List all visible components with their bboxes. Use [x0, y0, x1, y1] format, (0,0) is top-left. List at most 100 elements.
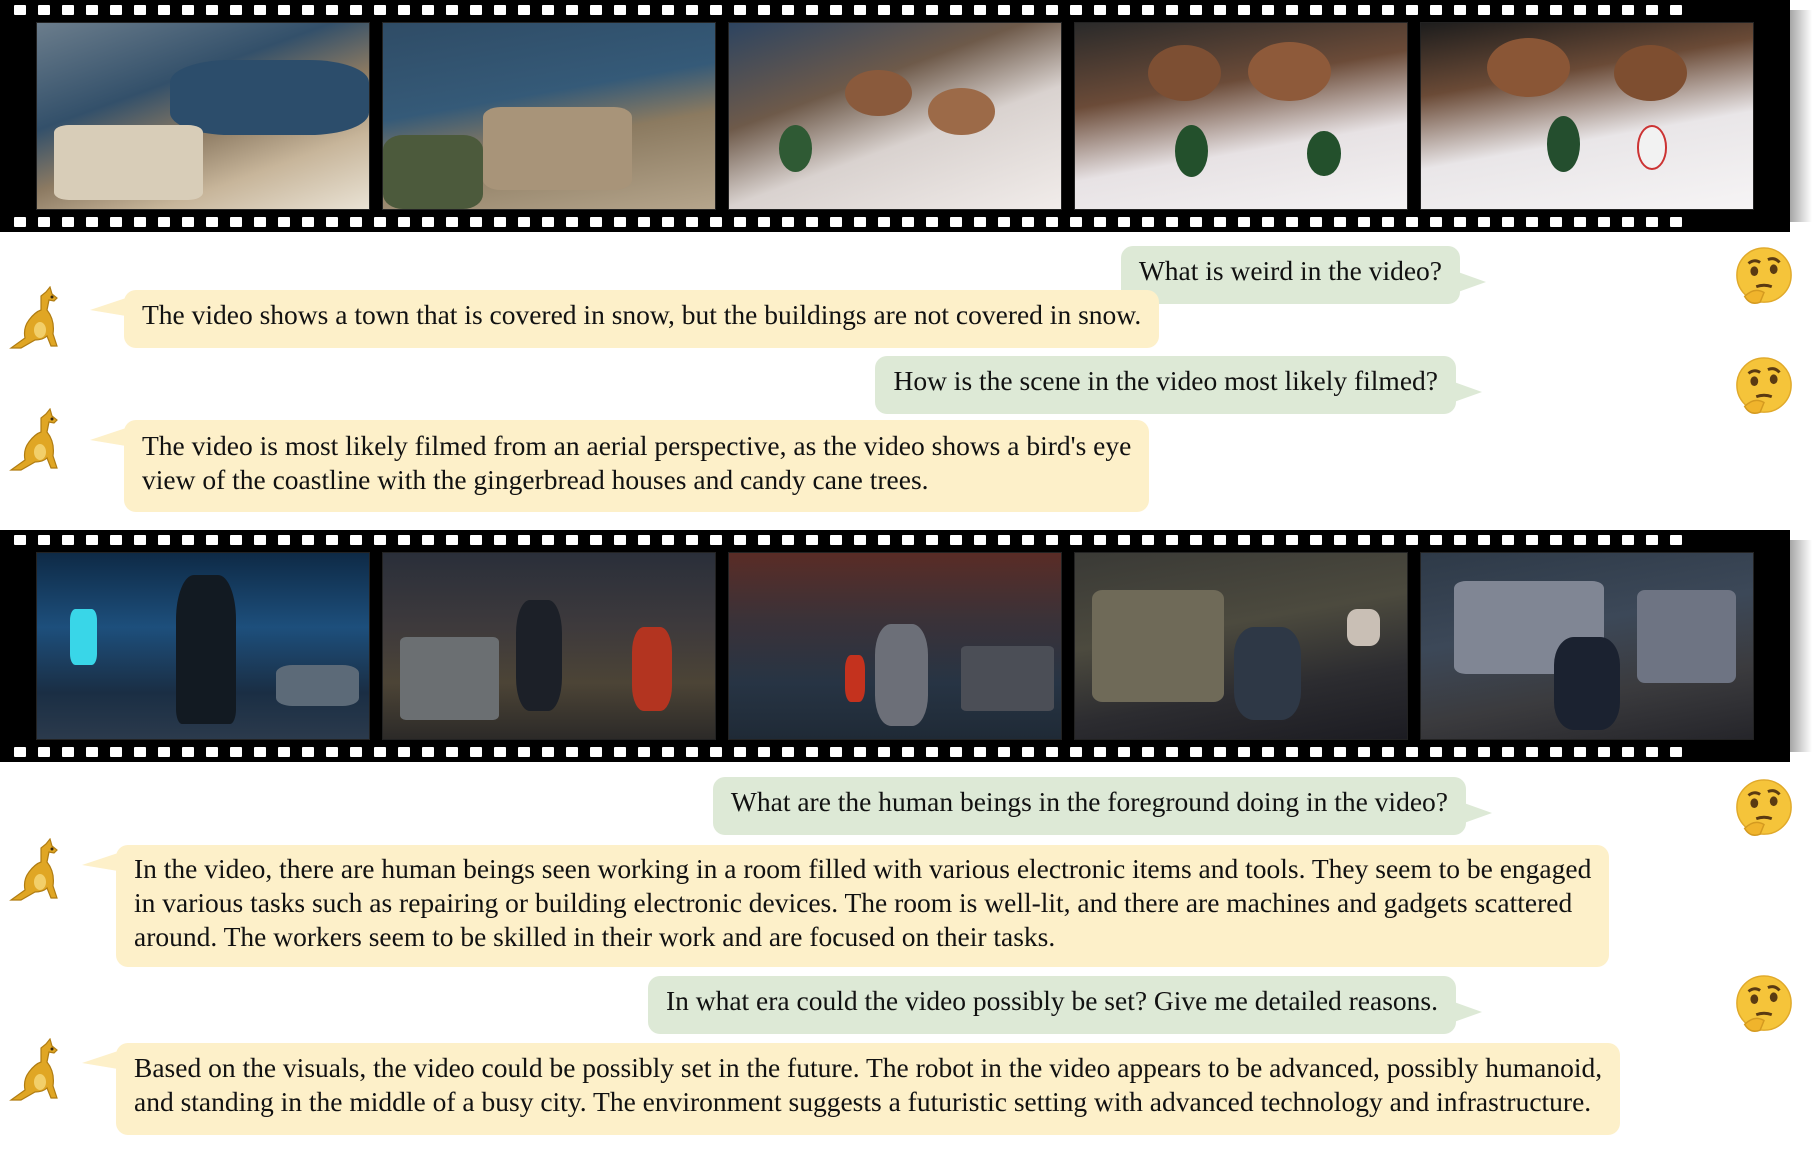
- film-perforation: [710, 5, 722, 15]
- film-perforation: [14, 535, 26, 545]
- answer-line: in various tasks such as repairing or bu…: [134, 887, 1573, 918]
- film-perforation: [974, 5, 986, 15]
- film-perforation: [1622, 217, 1634, 227]
- film-perforation: [278, 5, 290, 15]
- film-perforation: [734, 535, 746, 545]
- film-perforation: [1262, 747, 1274, 757]
- film-perforation: [134, 5, 146, 15]
- film-perforation: [1382, 747, 1394, 757]
- film-perforation: [182, 217, 194, 227]
- film-perforation: [1526, 217, 1538, 227]
- film-perforation: [734, 217, 746, 227]
- film-perforation: [1406, 5, 1418, 15]
- film-perforation: [686, 5, 698, 15]
- film-perforation: [1550, 5, 1562, 15]
- film-perforation: [806, 535, 818, 545]
- answer-line: The video is most likely filmed from an …: [142, 430, 1132, 461]
- film-perforation: [998, 5, 1010, 15]
- film-perforation: [614, 5, 626, 15]
- film-perforation: [326, 535, 338, 545]
- film-perforation: [1334, 747, 1346, 757]
- film-perforation: [158, 5, 170, 15]
- film-perforation: [1142, 535, 1154, 545]
- film-perforation: [1478, 5, 1490, 15]
- film-perforation: [350, 535, 362, 545]
- film-perforation: [1118, 217, 1130, 227]
- film-perforation: [614, 217, 626, 227]
- video-frame: [382, 552, 716, 740]
- film-perforation: [470, 5, 482, 15]
- film-perforation: [1358, 217, 1370, 227]
- film-perforation: [686, 535, 698, 545]
- film-perforation: [1070, 747, 1082, 757]
- film-perforation: [62, 5, 74, 15]
- film-perforation: [230, 747, 242, 757]
- film-perforation: [1670, 747, 1682, 757]
- film-perforation: [638, 747, 650, 757]
- video-frame: [1074, 552, 1408, 740]
- answer-line: and standing in the middle of a busy cit…: [134, 1086, 1592, 1117]
- film-perforation: [1598, 217, 1610, 227]
- film-perforation: [374, 217, 386, 227]
- film-perforation: [710, 217, 722, 227]
- film-perforation: [806, 747, 818, 757]
- film-perforation: [326, 747, 338, 757]
- user-question-bubble: How is the scene in the video most likel…: [875, 356, 1482, 414]
- film-perforation: [278, 747, 290, 757]
- question-text: In what era could the video possibly be …: [665, 985, 1438, 1016]
- film-perforation: [254, 217, 266, 227]
- film-perforation: [950, 535, 962, 545]
- film-perforation: [662, 747, 674, 757]
- film-perforation: [14, 747, 26, 757]
- film-perforation: [1094, 535, 1106, 545]
- film-perforation: [1070, 5, 1082, 15]
- film-perforation: [86, 747, 98, 757]
- assistant-answer-bubble: In the video, there are human beings see…: [81, 845, 1610, 967]
- film-perforation: [470, 535, 482, 545]
- film-perforation: [254, 747, 266, 757]
- thinking-face-icon: [1736, 247, 1792, 305]
- film-perforation: [302, 5, 314, 15]
- film-perforations-bottom: [0, 742, 1790, 762]
- film-perforation: [1022, 747, 1034, 757]
- film-perforation: [566, 747, 578, 757]
- film-perforation: [542, 747, 554, 757]
- film-perforation: [470, 217, 482, 227]
- film-perforation: [926, 5, 938, 15]
- film-perforation: [374, 535, 386, 545]
- film-perforation: [1262, 535, 1274, 545]
- film-perforation: [782, 5, 794, 15]
- film-perforation: [1670, 535, 1682, 545]
- film-perforation: [1214, 535, 1226, 545]
- video-frame: [1074, 22, 1408, 210]
- answer-line: The video shows a town that is covered i…: [142, 299, 1142, 330]
- film-perforation: [542, 535, 554, 545]
- film-perforation: [398, 747, 410, 757]
- film-strip-video-2: [0, 530, 1812, 762]
- film-perforation: [590, 5, 602, 15]
- film-perforation: [686, 217, 698, 227]
- thinking-face-icon: [1736, 357, 1792, 415]
- film-perforation: [1478, 535, 1490, 545]
- film-perforations-top: [0, 0, 1790, 20]
- video-frames: [36, 552, 1754, 740]
- film-perforation: [38, 535, 50, 545]
- film-perforation: [374, 5, 386, 15]
- film-perforation: [1070, 217, 1082, 227]
- kangaroo-icon: [9, 838, 58, 901]
- film-perforation: [230, 5, 242, 15]
- film-perforation: [1310, 217, 1322, 227]
- film-perforation: [1550, 217, 1562, 227]
- film-perforation: [950, 747, 962, 757]
- film-perforation: [1550, 747, 1562, 757]
- film-perforation: [1286, 5, 1298, 15]
- film-perforation: [1358, 535, 1370, 545]
- film-perforation: [950, 217, 962, 227]
- film-perforation: [542, 217, 554, 227]
- film-perforation: [854, 217, 866, 227]
- film-perforation: [662, 535, 674, 545]
- film-perforation: [494, 5, 506, 15]
- film-perforation: [590, 217, 602, 227]
- film-perforation: [758, 747, 770, 757]
- film-perforation: [62, 535, 74, 545]
